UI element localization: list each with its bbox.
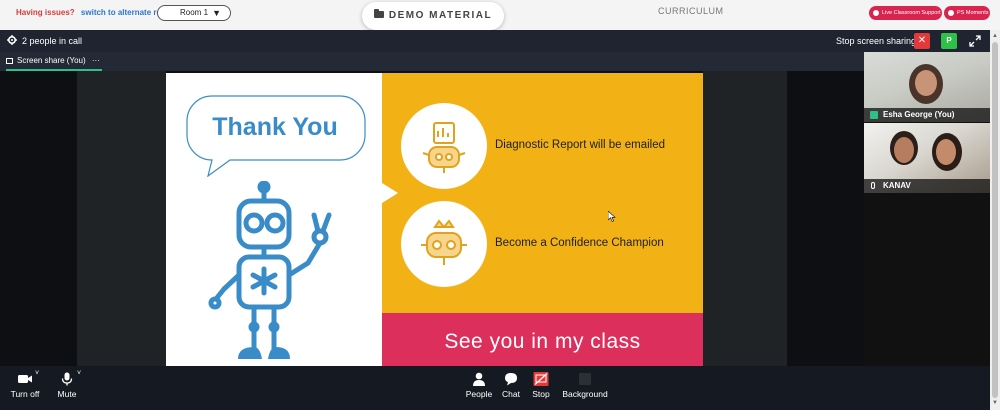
live-classroom-support-button[interactable]: Live Classroom Support <box>869 6 942 20</box>
report-badge <box>401 103 487 189</box>
report-robot-icon <box>422 122 466 173</box>
mute-button[interactable]: Mute <box>42 372 92 399</box>
mic-icon <box>871 182 875 189</box>
camera-icon <box>18 375 32 383</box>
stage-padding-right <box>703 71 787 366</box>
gear-icon[interactable] <box>7 35 17 45</box>
slide-pointer <box>382 183 398 203</box>
participant-tile-kanav[interactable]: KANAV <box>864 123 990 193</box>
microphone-icon <box>61 372 73 386</box>
people-count: 2 people in call <box>22 36 83 46</box>
participant-face <box>894 137 914 163</box>
speaking-indicator-icon <box>870 111 878 119</box>
diagnostic-report-text: Diagnostic Report will be emailed <box>495 139 666 151</box>
camera-options-chevron-icon[interactable]: ˅ <box>35 370 39 377</box>
thank-you-title: Thank You <box>212 113 338 141</box>
video-call-window: 2 people in call Stop screen sharing ✕ P… <box>0 30 990 410</box>
curriculum-link[interactable]: CURRICULUM <box>658 6 724 16</box>
demo-material-button[interactable]: DEMO MATERIAL <box>362 2 504 30</box>
participant-label: KANAV <box>864 179 990 193</box>
participant-label: Esha George (You) <box>864 108 990 122</box>
stop-share-button[interactable]: Stop <box>516 372 566 399</box>
participant-face <box>936 139 956 165</box>
background-button[interactable]: Background <box>560 372 610 399</box>
background-icon <box>579 373 591 385</box>
champion-badge <box>401 201 487 287</box>
champion-robot-icon <box>421 219 467 265</box>
live-support-label: Live Classroom Support <box>882 10 941 16</box>
scroll-down-icon[interactable]: ▼ <box>992 400 998 406</box>
stop-sharing-close-button[interactable]: ✕ <box>914 33 930 49</box>
expand-icon[interactable] <box>969 35 981 47</box>
stage-padding-left <box>77 71 166 366</box>
confidence-champion-text: Become a Confidence Champion <box>495 237 664 249</box>
robot-icon <box>208 181 332 359</box>
ps-moments-label: PS Moments <box>957 10 989 16</box>
room-select[interactable]: Room 1 ▼ <box>157 5 231 21</box>
p-badge-button[interactable]: P <box>941 33 957 49</box>
shared-slide: Thank You Diagnostic Report will be emai… <box>166 73 703 368</box>
issues-text: Having issues? <box>16 8 75 17</box>
moments-icon <box>948 10 954 16</box>
scroll-up-icon[interactable]: ▲ <box>992 33 998 39</box>
call-header: 2 people in call Stop screen sharing ✕ P <box>0 30 990 52</box>
see-you-banner: See you in my class <box>382 313 703 368</box>
issues-notice: Having issues? switch to alternate room <box>16 8 173 17</box>
scrollbar-thumb[interactable] <box>992 42 998 398</box>
stop-label: Stop <box>532 389 550 399</box>
support-icon <box>873 10 879 16</box>
mute-label: Mute <box>57 389 77 399</box>
participant-name: Esha George (You) <box>883 110 955 119</box>
mic-options-chevron-icon[interactable]: ˅ <box>77 370 81 377</box>
call-controls: Turn off ˅ Mute ˅ People Chat Stop Backg… <box>0 366 990 410</box>
participant-tile-esha[interactable]: Esha George (You) <box>864 52 990 122</box>
demo-material-label: DEMO MATERIAL <box>388 10 493 21</box>
screen-share-stage: Thank You Diagnostic Report will be emai… <box>0 71 864 368</box>
caret-down-icon: ▼ <box>212 8 221 18</box>
stop-screen-sharing-label: Stop screen sharing <box>836 36 917 46</box>
screen-icon <box>6 58 13 64</box>
participant-face <box>915 70 937 96</box>
room-select-value: Room 1 <box>180 8 209 17</box>
top-bar: Having issues? switch to alternate room … <box>0 0 990 30</box>
screen-share-tab-bar: Screen share (You) ··· <box>0 52 864 71</box>
stop-share-icon <box>533 372 549 386</box>
person-icon <box>473 372 485 386</box>
screen-share-tab-label: Screen share (You) <box>17 56 86 65</box>
ps-moments-button[interactable]: PS Moments <box>944 6 990 20</box>
folder-icon <box>373 9 384 18</box>
background-label: Background <box>562 389 608 399</box>
tab-menu-icon[interactable]: ··· <box>92 56 100 65</box>
participant-name: KANAV <box>883 181 911 190</box>
mouse-cursor-icon <box>608 211 616 222</box>
screen-share-tab[interactable]: Screen share (You) ··· <box>6 56 100 65</box>
